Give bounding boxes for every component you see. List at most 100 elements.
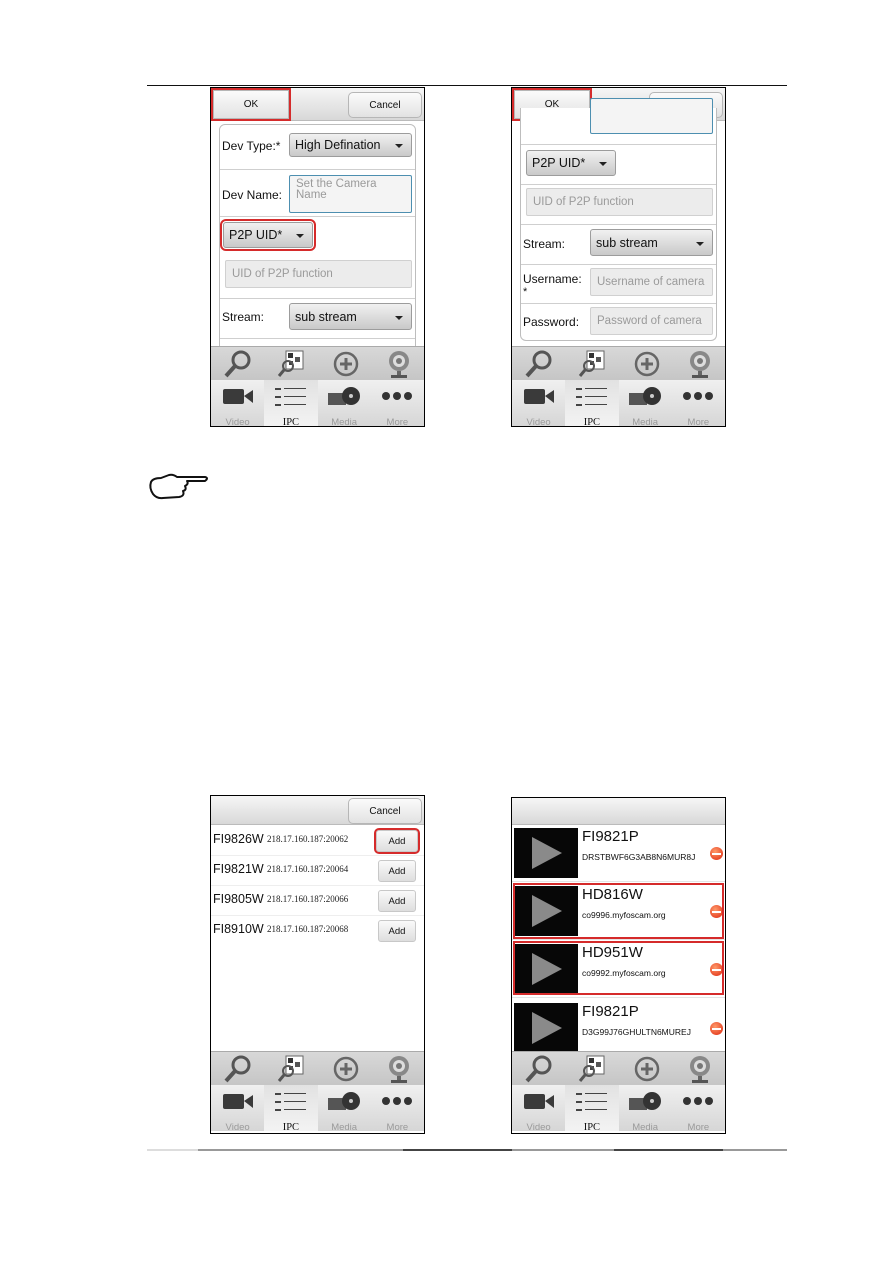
action-toolbar bbox=[211, 1051, 424, 1086]
tab-label: Video bbox=[526, 1122, 551, 1133]
tab-label: Video bbox=[225, 417, 250, 427]
device-address: 218.17.160.187:20062 bbox=[267, 834, 349, 844]
add-device-button[interactable]: Add bbox=[378, 860, 416, 882]
tab-video[interactable]: Video bbox=[512, 380, 565, 426]
add-device-button[interactable]: Add bbox=[378, 920, 416, 942]
chevron-down-icon bbox=[696, 242, 704, 246]
tab-label: Video bbox=[225, 1122, 250, 1133]
search-icon[interactable] bbox=[223, 1054, 253, 1084]
tab-video[interactable]: Video bbox=[211, 380, 264, 426]
chevron-down-icon bbox=[599, 162, 607, 166]
action-toolbar bbox=[512, 1051, 725, 1086]
add-device-button[interactable]: Add bbox=[374, 828, 420, 854]
add-circle-icon[interactable] bbox=[632, 1054, 662, 1084]
device-form: P2P UID* UID of P2P function Stream: sub… bbox=[520, 98, 717, 341]
top-bar: OK Cancel bbox=[211, 88, 424, 121]
tab-more[interactable]: More bbox=[672, 380, 725, 426]
dev-type-select[interactable]: High Defination bbox=[289, 133, 412, 157]
dev-name-input[interactable] bbox=[590, 98, 713, 134]
cancel-button[interactable]: Cancel bbox=[348, 798, 422, 824]
camera-thumbnail[interactable] bbox=[514, 828, 578, 878]
add-circle-icon[interactable] bbox=[331, 349, 361, 379]
password-label: Password: bbox=[523, 315, 580, 329]
qr-scan-icon[interactable] bbox=[577, 1054, 607, 1084]
camera-item[interactable]: FI9821P D3G99J76GHULTN6MUREJ bbox=[512, 1000, 725, 1056]
tab-media[interactable]: Media bbox=[318, 380, 371, 426]
stream-select[interactable]: sub stream bbox=[590, 229, 713, 256]
play-icon bbox=[532, 837, 562, 869]
add-circle-icon[interactable] bbox=[632, 349, 662, 379]
dev-name-input[interactable]: Set the Camera Name bbox=[289, 175, 412, 213]
add-circle-icon[interactable] bbox=[331, 1054, 361, 1084]
delete-icon[interactable] bbox=[710, 847, 723, 860]
tab-more[interactable]: More bbox=[371, 1085, 424, 1133]
webcam-icon[interactable] bbox=[685, 1054, 715, 1084]
password-row: Password: Password of camera bbox=[521, 303, 716, 340]
tab-media[interactable]: Media bbox=[318, 1085, 371, 1133]
list-icon bbox=[575, 1093, 607, 1111]
tab-label: IPC bbox=[282, 417, 300, 427]
search-icon[interactable] bbox=[223, 349, 253, 379]
pointing-hand-icon bbox=[149, 473, 208, 500]
tab-more[interactable]: More bbox=[371, 380, 424, 426]
delete-icon[interactable] bbox=[710, 1022, 723, 1035]
ok-button[interactable]: OK bbox=[211, 88, 291, 121]
uid-input[interactable]: UID of P2P function bbox=[526, 188, 713, 216]
qr-scan-icon[interactable] bbox=[276, 1054, 306, 1084]
uid-input[interactable]: UID of P2P function bbox=[225, 260, 412, 288]
tab-ipc[interactable]: IPC bbox=[565, 380, 619, 426]
tab-media[interactable]: Media bbox=[619, 1085, 672, 1133]
uid-row: UID of P2P function bbox=[521, 184, 716, 225]
webcam-icon[interactable] bbox=[384, 1054, 414, 1084]
footer-rule bbox=[147, 1149, 787, 1151]
header-rule bbox=[147, 85, 787, 86]
more-dots-icon bbox=[382, 1097, 413, 1105]
stream-value: sub stream bbox=[295, 309, 357, 324]
search-icon[interactable] bbox=[524, 349, 554, 379]
add-device-button[interactable]: Add bbox=[378, 890, 416, 912]
webcam-icon[interactable] bbox=[384, 349, 414, 379]
lan-device-row: FI9826W 218.17.160.187:20062 Add bbox=[211, 825, 424, 856]
media-disc-icon bbox=[328, 1092, 361, 1110]
camera-item[interactable]: HD816W co9996.myfoscam.org bbox=[512, 883, 725, 940]
search-icon[interactable] bbox=[524, 1054, 554, 1084]
stream-label: Stream: bbox=[222, 310, 265, 324]
tab-video[interactable]: Video bbox=[211, 1085, 264, 1133]
tab-bar: Video IPC Media More bbox=[211, 1085, 424, 1133]
uid-type-select[interactable]: P2P UID* bbox=[220, 219, 316, 251]
camera-item[interactable]: HD951W co9992.myfoscam.org bbox=[512, 941, 725, 998]
cancel-button[interactable]: Cancel bbox=[348, 92, 422, 118]
tab-ipc[interactable]: IPC bbox=[565, 1085, 619, 1133]
action-toolbar bbox=[211, 346, 424, 381]
tab-label: More bbox=[386, 417, 409, 427]
media-disc-icon bbox=[629, 1092, 662, 1110]
stream-select[interactable]: sub stream bbox=[289, 303, 412, 330]
tab-label: Media bbox=[632, 1122, 659, 1133]
chevron-down-icon bbox=[395, 316, 403, 320]
device-address: 218.17.160.187:20064 bbox=[267, 864, 349, 874]
tab-video[interactable]: Video bbox=[512, 1085, 565, 1133]
video-camera-icon bbox=[523, 1094, 554, 1109]
password-input[interactable]: Password of camera bbox=[590, 307, 713, 335]
tab-label: Media bbox=[632, 417, 659, 427]
tab-media[interactable]: Media bbox=[619, 380, 672, 426]
tab-ipc[interactable]: IPC bbox=[264, 1085, 318, 1133]
media-disc-icon bbox=[328, 387, 361, 405]
uid-row: UID of P2P function bbox=[220, 256, 415, 299]
uid-type-value: P2P UID* bbox=[229, 228, 283, 242]
highlight-box bbox=[513, 883, 724, 939]
tab-ipc[interactable]: IPC bbox=[264, 380, 318, 427]
qr-scan-icon[interactable] bbox=[276, 349, 306, 379]
highlight-box bbox=[513, 941, 724, 995]
camera-item[interactable]: FI9821P DRSTBWF6G3AB8N6MUR8J bbox=[512, 825, 725, 882]
more-dots-icon bbox=[683, 1097, 714, 1105]
webcam-icon[interactable] bbox=[685, 349, 715, 379]
top-bar: Cancel bbox=[211, 796, 424, 825]
uid-type-select[interactable]: P2P UID* bbox=[526, 150, 616, 176]
username-input[interactable]: Username of camera bbox=[590, 268, 713, 296]
lan-device-row: FI8910W 218.17.160.187:20068 Add bbox=[211, 915, 424, 945]
camera-thumbnail[interactable] bbox=[514, 1003, 578, 1053]
chevron-down-icon bbox=[296, 234, 304, 238]
qr-scan-icon[interactable] bbox=[577, 349, 607, 379]
tab-more[interactable]: More bbox=[672, 1085, 725, 1133]
